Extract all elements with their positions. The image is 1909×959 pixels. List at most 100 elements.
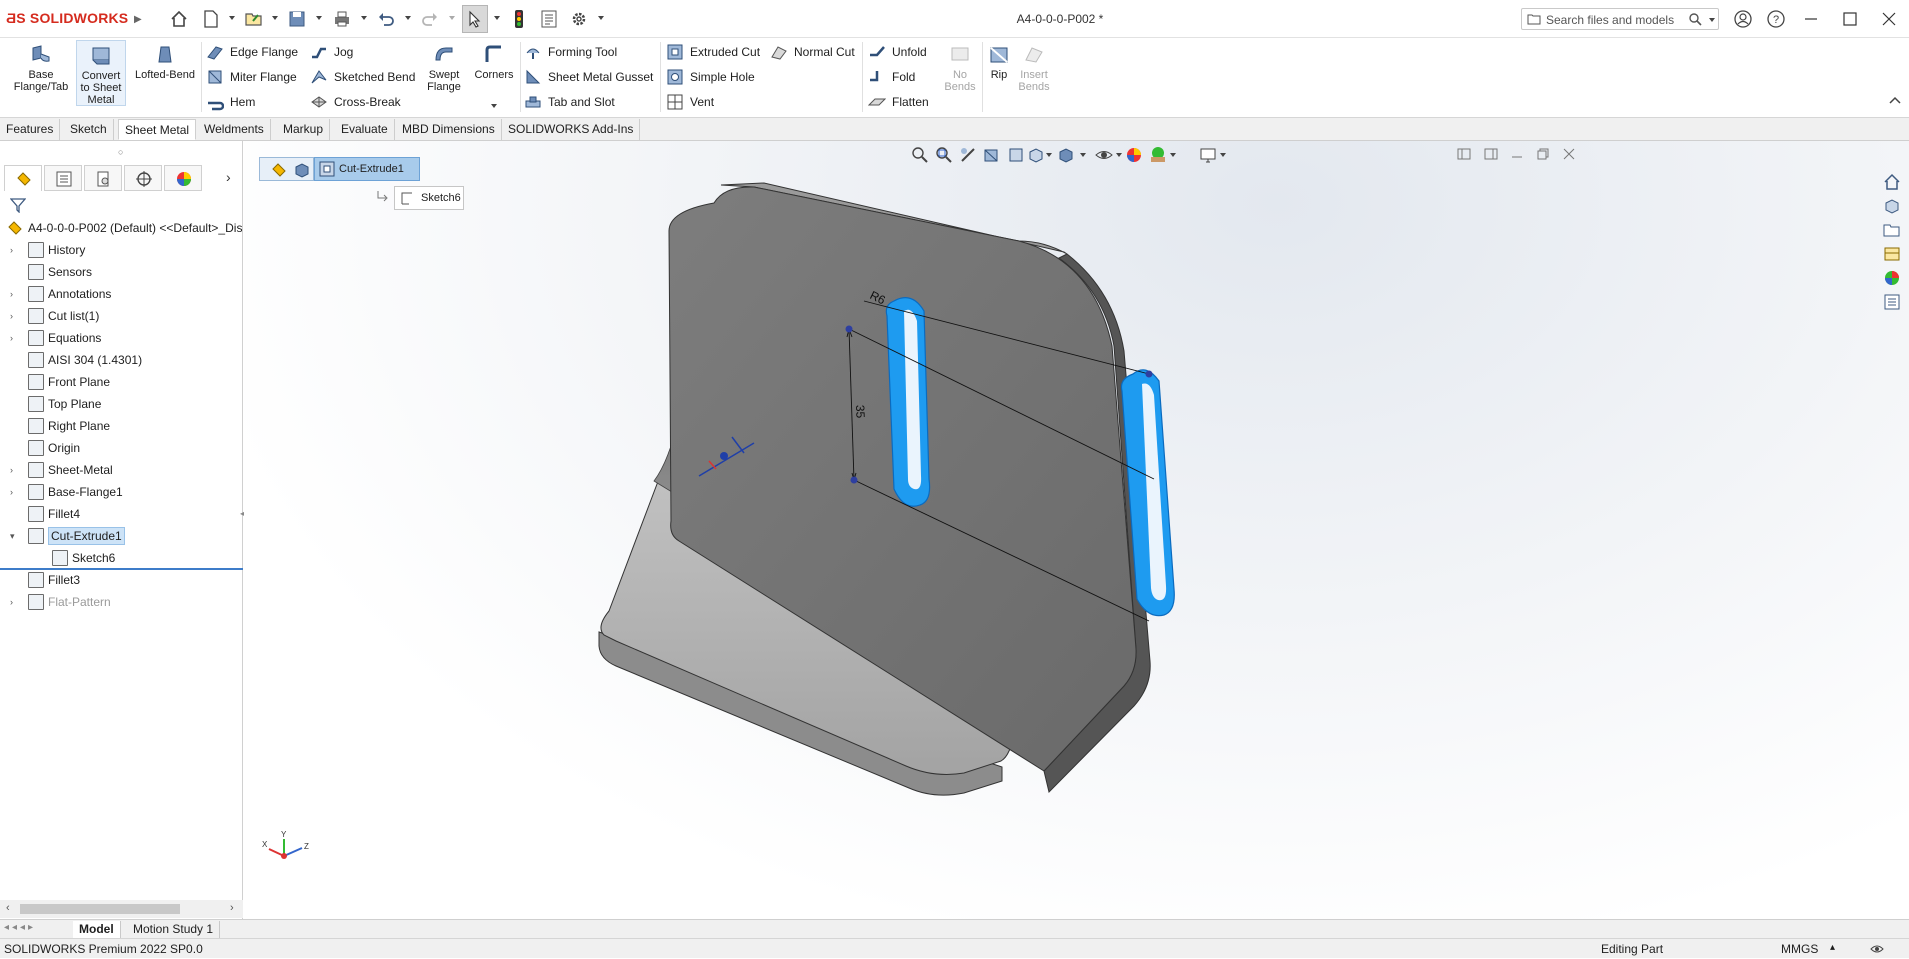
corners-dropdown-icon[interactable] [491,104,497,108]
expand-arrow-icon[interactable]: › [10,465,20,475]
tree-item-front-plane[interactable]: Front Plane [0,371,243,393]
print-icon[interactable] [331,8,353,30]
expand-arrow-icon[interactable]: › [10,597,20,607]
tree-item-top-plane[interactable]: Top Plane [0,393,243,415]
graphics-area[interactable]: Cut-Extrude1 Sketch6 R6 35 Y Z X [244,141,1909,919]
expand-arrow-icon[interactable]: › [10,487,20,497]
display-manager-tab[interactable] [164,165,202,191]
redo-dropdown-icon[interactable] [449,16,455,20]
undo-icon[interactable] [375,8,397,30]
select-dropdown-icon[interactable] [494,16,500,20]
expand-arrow-icon[interactable]: › [10,289,20,299]
solidworks-logo[interactable]: ƋS SOLIDWORKS [6,10,128,26]
extruded-cut-button[interactable]: Extruded Cut [666,41,760,63]
sketched-bend-button[interactable]: Sketched Bend [310,66,415,88]
options-dropdown-icon[interactable] [598,16,604,20]
tree-root-part[interactable]: A4-0-0-0-P002 (Default) <<Default>_Dis [0,217,243,239]
open-dropdown-icon[interactable] [272,16,278,20]
task-pane-resources-icon[interactable] [1881,171,1903,191]
new-document-icon[interactable] [200,8,222,30]
tab-sketch[interactable]: Sketch [64,119,114,140]
file-properties-icon[interactable] [538,8,560,30]
tree-item-flat-pattern[interactable]: › Flat-Pattern [0,591,243,613]
panel-tabs-more-icon[interactable]: › [226,169,231,185]
sheet-metal-gusset-button[interactable]: Sheet Metal Gusset [524,66,653,88]
scroll-left-icon[interactable]: ‹ [6,902,10,914]
tree-item-fillet4[interactable]: Fillet4 [0,503,243,525]
tab-features[interactable]: Features [0,119,61,140]
tab-evaluate[interactable]: Evaluate [335,119,395,140]
search-dropdown-icon[interactable] [1709,18,1715,22]
scroll-right-icon[interactable]: › [230,902,234,914]
dimxpert-manager-tab[interactable] [124,165,162,191]
panel-splitter-handle[interactable]: ○ [118,147,123,157]
undo-dropdown-icon[interactable] [405,16,411,20]
property-manager-tab[interactable] [44,165,82,191]
convert-to-sheet-metal-button[interactable]: Convert to Sheet Metal [76,40,126,106]
tree-item-fillet3[interactable]: Fillet3 [0,569,243,591]
sketch-point[interactable] [845,325,853,333]
new-dropdown-icon[interactable] [229,16,235,20]
rollback-bar[interactable] [0,568,243,570]
fold-button[interactable]: Fold [868,66,915,88]
configuration-manager-tab[interactable] [84,165,122,191]
tab-motion-study-1[interactable]: Motion Study 1 [127,921,221,938]
redo-icon[interactable] [419,8,441,30]
expand-arrow-icon[interactable]: ▾ [10,531,20,542]
home-icon[interactable] [168,8,190,30]
tab-mbd-dimensions[interactable]: MBD Dimensions [396,119,502,140]
tree-item-cut-list-1[interactable]: › Cut list(1) [0,305,243,327]
options-gear-icon[interactable] [568,8,590,30]
tab-weldments[interactable]: Weldments [198,119,271,140]
select-icon[interactable] [462,5,488,33]
simple-hole-button[interactable]: Simple Hole [666,66,755,88]
rebuild-icon[interactable] [508,8,530,30]
expand-arrow-icon[interactable]: › [10,311,20,321]
tree-item-equations[interactable]: › Equations [0,327,243,349]
tab-and-slot-button[interactable]: Tab and Slot [524,91,615,113]
search-box[interactable]: Search files and models [1521,8,1719,30]
tree-item-right-plane[interactable]: Right Plane [0,415,243,437]
tree-item-history[interactable]: › History [0,239,243,261]
units-dropdown-icon[interactable]: ▴ [1830,942,1835,953]
no-bends-button[interactable]: No Bends [940,40,980,106]
save-icon[interactable] [286,8,308,30]
scrollbar-thumb[interactable] [20,904,180,914]
save-dropdown-icon[interactable] [316,16,322,20]
tree-item-base-flange1[interactable]: › Base-Flange1 [0,481,243,503]
tree-item-annotations[interactable]: › Annotations [0,283,243,305]
jog-button[interactable]: Jog [310,41,353,63]
rip-button[interactable]: Rip [986,40,1012,106]
feature-manager-tab[interactable] [4,165,42,191]
task-pane-design-library-icon[interactable] [1881,195,1903,215]
horizontal-scrollbar[interactable]: ‹ › [0,900,243,918]
rebuild-status-icon[interactable] [1870,942,1884,959]
menu-expand-icon[interactable]: ▶ [134,14,142,25]
lofted-bend-button[interactable]: Lofted-Bend [130,40,200,106]
tab-markup[interactable]: Markup [277,119,331,140]
corners-button[interactable]: Corners [470,40,518,108]
sketch-point[interactable] [850,476,858,484]
sketch-point[interactable] [1145,370,1153,378]
tree-item-sensors[interactable]: Sensors [0,261,243,283]
print-dropdown-icon[interactable] [361,16,367,20]
length-dimension[interactable]: 35 [853,405,867,419]
hem-button[interactable]: Hem [206,91,255,113]
expand-arrow-icon[interactable]: › [10,245,20,255]
normal-cut-button[interactable]: Normal Cut [770,41,855,63]
viewport-close-icon[interactable] [1562,147,1576,164]
base-flange-button[interactable]: Base Flange/Tab [6,40,76,106]
expand-arrow-icon[interactable]: › [10,333,20,343]
tree-item-sketch6[interactable]: Sketch6 [0,547,243,569]
swept-flange-button[interactable]: Swept Flange [420,40,468,106]
tree-item-cut-extrude1[interactable]: ▾ Cut-Extrude1 [0,525,243,547]
task-pane-file-explorer-icon[interactable] [1881,219,1903,239]
search-icon[interactable] [1688,12,1702,26]
part-model[interactable]: R6 35 Y Z X [244,141,1564,919]
units-selector[interactable]: MMGS [1781,942,1818,956]
collapse-ribbon-icon[interactable] [1889,94,1901,108]
help-icon[interactable]: ? [1764,8,1788,30]
flatten-button[interactable]: Flatten [868,91,929,113]
task-pane-custom-properties-icon[interactable] [1881,291,1903,311]
miter-flange-button[interactable]: Miter Flange [206,66,297,88]
